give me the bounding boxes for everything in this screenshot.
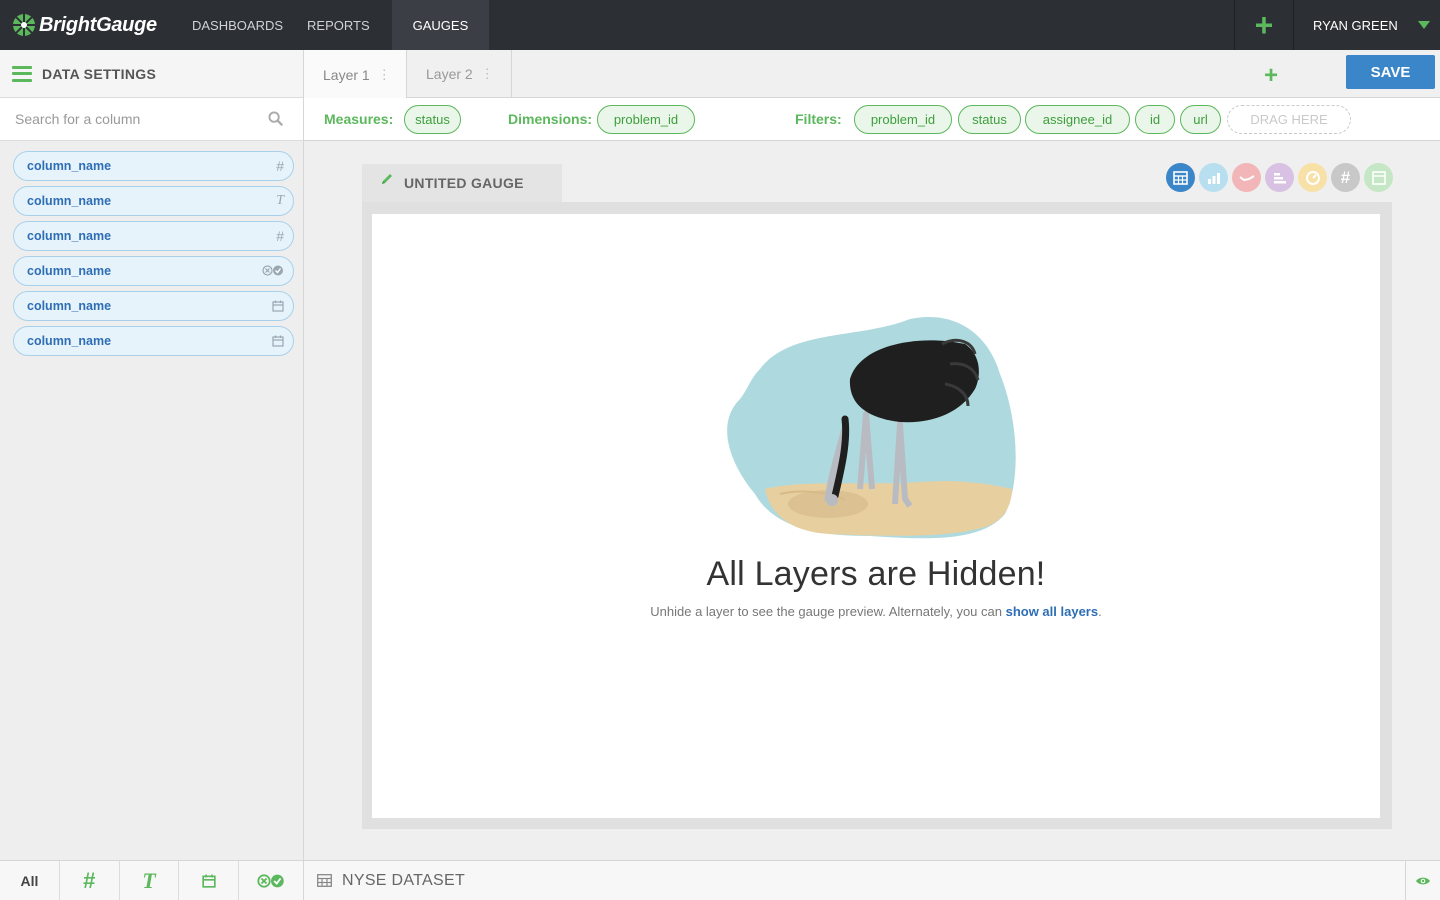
line-chart-viz-icon[interactable] [1232, 163, 1261, 192]
calendar-icon [202, 874, 216, 888]
column-name: column_name [27, 334, 112, 348]
number-type-icon: # [276, 228, 284, 244]
filter-pill[interactable]: url [1180, 105, 1221, 134]
column-name: column_name [27, 299, 112, 313]
column-item[interactable]: column_name # [13, 151, 294, 181]
dataset-name: NYSE DATASET [342, 871, 466, 889]
gauge-title-tab[interactable]: UNTITED GAUGE [362, 164, 562, 202]
dimension-pill[interactable]: problem_id [597, 105, 695, 134]
user-menu[interactable]: RYAN GREEN [1294, 0, 1440, 50]
column-search-input[interactable] [15, 111, 255, 127]
top-navbar: BrightGauge DASHBOARDS REPORTS GAUGES + … [0, 0, 1440, 50]
data-settings-sidebar: DATA SETTINGS column_name # column_name … [0, 50, 304, 860]
column-name: column_name [27, 264, 112, 278]
eye-icon [1416, 877, 1430, 885]
column-item[interactable]: column_name [13, 291, 294, 321]
nav-dashboards[interactable]: DASHBOARDS [180, 0, 295, 50]
column-list: column_name # column_name T column_name … [0, 141, 303, 356]
filter-pill[interactable]: id [1135, 105, 1175, 134]
column-name: column_name [27, 229, 112, 243]
plus-icon: + [1254, 6, 1274, 43]
calendar-type-icon [272, 335, 284, 347]
drag-here-dropzone[interactable]: DRAG HERE [1227, 105, 1351, 134]
sidebar-header: DATA SETTINGS [0, 50, 303, 98]
filter-all-tab[interactable]: All [0, 861, 60, 900]
gauge-preview: All Layers are Hidden! Unhide a layer to… [372, 214, 1380, 818]
add-layer-button[interactable]: + [1264, 62, 1278, 90]
boolean-type-icon [262, 265, 283, 276]
number-viz-icon[interactable]: # [1331, 163, 1360, 192]
number-type-icon: # [276, 158, 284, 174]
hamburger-menu-icon[interactable] [12, 65, 32, 82]
gauge-canvas: UNTITED GAUGE # All Layers are Hidden! U… [304, 141, 1440, 860]
layer-tab-label: Layer 1 [323, 66, 370, 83]
plus-icon: + [1264, 62, 1279, 89]
nav-reports[interactable]: REPORTS [295, 0, 382, 50]
column-search [0, 98, 303, 141]
filter-date-tab[interactable] [179, 861, 240, 900]
calendar-type-icon [272, 300, 284, 312]
table-viz-icon[interactable] [1166, 163, 1195, 192]
measure-pill[interactable]: status [404, 105, 461, 134]
filter-pill[interactable]: problem_id [854, 105, 952, 134]
dimensions-label: Dimensions: [508, 111, 593, 127]
logo-wheel-icon [13, 14, 35, 36]
empty-state-message: Unhide a layer to see the gauge preview.… [372, 604, 1380, 619]
boolean-icon [257, 874, 284, 888]
save-button[interactable]: SAVE [1346, 55, 1435, 89]
visibility-toggle[interactable] [1405, 861, 1440, 900]
layer-tab-1[interactable]: Layer 1 ⋮ [304, 50, 407, 99]
more-vertical-icon[interactable]: ⋮ [481, 67, 494, 80]
layer-tabs-bar: Layer 1 ⋮ Layer 2 ⋮ + SAVE [304, 50, 1440, 99]
more-vertical-icon[interactable]: ⋮ [378, 68, 391, 81]
filter-pill[interactable]: assignee_id [1025, 105, 1130, 134]
sidebar-title: DATA SETTINGS [42, 65, 157, 82]
empty-state-end: . [1098, 604, 1102, 619]
bar-chart-viz-icon[interactable] [1199, 163, 1228, 192]
filter-pill[interactable]: status [958, 105, 1021, 134]
pencil-icon[interactable] [380, 172, 394, 186]
column-item[interactable]: column_name T [13, 186, 294, 216]
search-icon[interactable] [268, 111, 283, 126]
horizontal-bar-viz-icon[interactable] [1265, 163, 1294, 192]
brand-name: BrightGauge [39, 13, 157, 36]
text-viz-icon[interactable] [1364, 163, 1393, 192]
query-builder-bar: Measures: status Dimensions: problem_id … [304, 98, 1440, 141]
nav-gauges[interactable]: GAUGES [391, 0, 490, 50]
visualization-type-picker: # [1166, 163, 1393, 192]
gauge-preview-frame: All Layers are Hidden! Unhide a layer to… [362, 202, 1392, 829]
ostrich-illustration [727, 317, 1016, 539]
add-new-button[interactable]: + [1234, 0, 1294, 50]
column-item[interactable]: column_name [13, 326, 294, 356]
dataset-bar: NYSE DATASET [304, 860, 1440, 900]
text-type-icon: T [276, 193, 284, 208]
brightgauge-logo[interactable]: BrightGauge [0, 0, 180, 50]
gauge-title: UNTITED GAUGE [404, 175, 524, 191]
filters-label: Filters: [795, 111, 842, 127]
show-all-layers-link[interactable]: show all layers [1006, 604, 1099, 619]
filter-number-tab[interactable]: # [60, 861, 120, 900]
layer-tab-label: Layer 2 [426, 66, 473, 82]
caret-down-icon [1418, 21, 1430, 29]
column-name: column_name [27, 159, 112, 173]
dial-gauge-viz-icon[interactable] [1298, 163, 1327, 192]
column-name: column_name [27, 194, 112, 208]
layer-tab-2[interactable]: Layer 2 ⋮ [407, 50, 512, 98]
empty-state-title: All Layers are Hidden! [706, 555, 1046, 593]
column-type-filter: All # T [0, 860, 304, 900]
measures-label: Measures: [324, 111, 394, 127]
table-icon [317, 874, 332, 887]
top-right-area: + RYAN GREEN [1234, 0, 1440, 50]
filter-boolean-tab[interactable] [239, 861, 303, 900]
filter-text-tab[interactable]: T [120, 861, 180, 900]
user-name: RYAN GREEN [1313, 17, 1398, 33]
column-item[interactable]: column_name [13, 256, 294, 286]
column-item[interactable]: column_name # [13, 221, 294, 251]
empty-state-text: Unhide a layer to see the gauge preview.… [650, 604, 1006, 619]
